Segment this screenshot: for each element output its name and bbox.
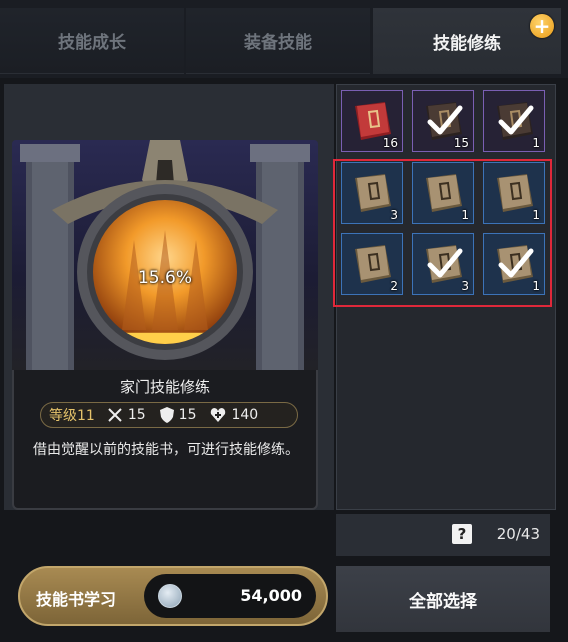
attack-value: 15 bbox=[127, 407, 146, 423]
book-count: 1 bbox=[532, 136, 540, 150]
inventory-row: ? 20/43 bbox=[336, 514, 550, 556]
question-icon[interactable]: ? bbox=[452, 524, 472, 544]
plus-icon[interactable]: + bbox=[530, 14, 554, 38]
card-title: 家门技能修练 bbox=[119, 378, 210, 396]
defense-value: 15 bbox=[178, 407, 197, 423]
skill-card-art: 15.6% bbox=[12, 140, 318, 370]
skill-card-info: 家门技能修练 等级11 15 15 140 借由觉醒以前的技能书，可进行技能修练… bbox=[12, 370, 318, 510]
select-all-button[interactable]: 全部选择 bbox=[336, 566, 550, 632]
defense-stat: 15 bbox=[159, 407, 197, 423]
progress-percent: 15.6% bbox=[137, 268, 192, 288]
cost-pill: 54,000 bbox=[144, 574, 316, 618]
cost-value: 54,000 bbox=[240, 586, 302, 605]
book-count: 15 bbox=[453, 136, 469, 150]
tab-equip-skill[interactable]: 装备技能 bbox=[186, 8, 370, 74]
shield-icon bbox=[159, 407, 174, 423]
card-description: 借由觉醒以前的技能书，可进行技能修练。 bbox=[33, 442, 299, 458]
book-count: 16 bbox=[382, 136, 398, 150]
hp-stat: 140 bbox=[210, 407, 258, 423]
shrine-illustration bbox=[20, 140, 310, 370]
crossed-swords-icon bbox=[108, 408, 122, 422]
selection-highlight bbox=[333, 159, 552, 307]
tab-skill-growth[interactable]: 技能成长 bbox=[0, 8, 184, 74]
level-label: 等级11 bbox=[49, 408, 95, 424]
hp-value: 140 bbox=[231, 407, 259, 423]
stats-bar: 等级11 15 15 140 bbox=[40, 402, 298, 428]
book-slot[interactable]: 1 bbox=[483, 90, 545, 152]
book-slot[interactable]: 15 bbox=[412, 90, 474, 152]
book-slot[interactable]: 16 bbox=[341, 90, 403, 152]
silver-coin-icon bbox=[158, 584, 182, 608]
inventory-capacity: 20/43 bbox=[496, 525, 540, 543]
attack-stat: 15 bbox=[107, 407, 146, 423]
tab-bar: 技能成长 装备技能 技能修练 + bbox=[0, 0, 568, 78]
heart-plus-icon bbox=[211, 408, 226, 422]
study-label: 技能书学习 bbox=[36, 590, 117, 609]
study-skill-book-button[interactable]: 技能书学习 54,000 bbox=[18, 566, 328, 626]
